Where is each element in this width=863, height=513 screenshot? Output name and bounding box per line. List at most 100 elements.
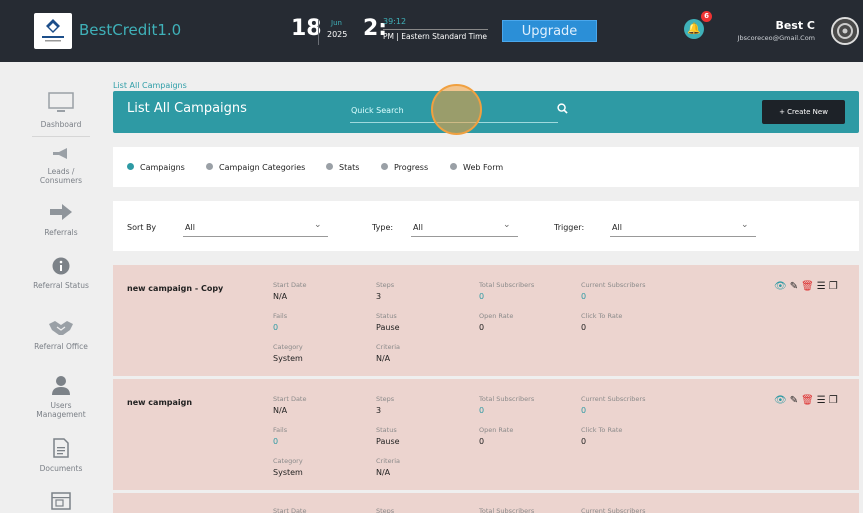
sidebar-item-label: Dashboard xyxy=(40,120,82,129)
upgrade-button[interactable]: Upgrade xyxy=(502,20,597,42)
campaign-name[interactable]: new campaign - Copy xyxy=(127,284,223,293)
start-date-label: Start Date xyxy=(273,507,307,513)
date-divider xyxy=(318,19,319,45)
eye-icon[interactable]: 👁 xyxy=(774,281,790,292)
tab-progress[interactable]: Progress xyxy=(381,163,428,172)
total-subscribers-value[interactable]: 0 xyxy=(479,292,484,301)
fails-label: Fails xyxy=(273,426,288,434)
pencil-icon[interactable]: ✎ xyxy=(790,395,801,406)
open-rate-label: Open Rate xyxy=(479,426,514,434)
tab-label: Progress xyxy=(394,163,429,172)
create-new-button[interactable]: + Create New xyxy=(762,100,845,124)
category-label: Category xyxy=(273,457,303,465)
user-name[interactable]: Best C xyxy=(775,19,815,32)
brand-name[interactable]: BestCredit1.0 xyxy=(79,21,181,39)
total-subscribers-label: Total Subscribers xyxy=(479,281,535,289)
breadcrumb[interactable]: List All Campaigns xyxy=(113,81,187,90)
handshake-icon xyxy=(32,320,90,338)
steps-value: 3 xyxy=(376,292,382,301)
card-actions: 👁✎🗑☰❐ xyxy=(774,281,841,292)
total-subscribers-label: Total Subscribers xyxy=(479,395,535,403)
category-value: System xyxy=(273,354,303,363)
click-to-rate-label: Click To Rate xyxy=(581,312,623,320)
card-actions: 👁✎🗑☰❐ xyxy=(774,395,841,406)
notification-badge: 6 xyxy=(701,11,712,22)
sidebar-item-referral-status[interactable]: Referral Status xyxy=(32,257,90,290)
current-subscribers-label: Current Subscribers xyxy=(581,281,646,289)
date-month: Jun xyxy=(331,19,342,27)
sidebar-item-layout[interactable] xyxy=(32,492,90,513)
criteria-label: Criteria xyxy=(376,343,401,351)
sidebar-item-referral-office[interactable]: Referral Office xyxy=(32,320,90,351)
chevron-down-icon[interactable]: ⌄ xyxy=(314,220,322,230)
category-value: System xyxy=(273,468,303,477)
trigger-underline xyxy=(610,236,756,237)
sidebar-item-label: Referral Status xyxy=(33,281,89,290)
tab-campaign-categories[interactable]: Campaign Categories xyxy=(206,163,305,172)
tab-web-form[interactable]: Web Form xyxy=(450,163,503,172)
steps-label: Steps xyxy=(376,507,395,513)
start-date-label: Start Date xyxy=(273,281,307,289)
type-underline xyxy=(411,236,518,237)
avatar[interactable] xyxy=(831,17,859,45)
copy-icon[interactable]: ❐ xyxy=(829,281,841,292)
sidebar-item-dashboard[interactable]: Dashboard xyxy=(32,92,90,129)
user-email: Jbscoreceo@Gmail.Com xyxy=(737,34,815,42)
time-minutes: 39:12 xyxy=(383,17,407,26)
cursor-highlight xyxy=(431,84,482,135)
type-select[interactable]: All xyxy=(413,223,423,232)
type-label: Type: xyxy=(372,223,394,232)
trigger-label: Trigger: xyxy=(554,223,585,232)
fails-value[interactable]: 0 xyxy=(273,323,278,332)
search-input[interactable]: Quick Search xyxy=(351,106,404,115)
click-to-rate-value: 0 xyxy=(581,437,587,446)
sidebar-item-label: Users Management xyxy=(36,401,86,419)
chevron-down-icon[interactable]: ⌄ xyxy=(503,220,511,230)
steps-label: Steps xyxy=(376,281,395,289)
sidebar-item-documents[interactable]: Documents xyxy=(32,438,90,473)
sort-by-label: Sort By xyxy=(127,223,157,232)
copy-icon[interactable]: ❐ xyxy=(829,395,841,406)
radio-dot-icon xyxy=(127,163,134,170)
current-subscribers-value[interactable]: 0 xyxy=(581,292,586,301)
company-logo[interactable] xyxy=(34,13,72,49)
trash-icon[interactable]: 🗑 xyxy=(801,395,817,406)
pencil-icon[interactable]: ✎ xyxy=(790,281,801,292)
click-to-rate-label: Click To Rate xyxy=(581,426,623,434)
radio-dot-icon xyxy=(326,163,333,170)
category-label: Category xyxy=(273,343,303,351)
current-subscribers-value[interactable]: 0 xyxy=(581,406,586,415)
tab-label: Web Form xyxy=(463,163,504,172)
date-year: 2025 xyxy=(327,30,348,39)
sidebar-item-referrals[interactable]: Referrals xyxy=(32,202,90,237)
info-icon xyxy=(32,257,90,277)
tab-stats[interactable]: Stats xyxy=(326,163,359,172)
steps-value: 3 xyxy=(376,406,382,415)
trigger-select[interactable]: All xyxy=(612,223,622,232)
start-date-value: N/A xyxy=(273,406,288,415)
chevron-down-icon[interactable]: ⌄ xyxy=(741,220,749,230)
sidebar-item-leads[interactable]: Leads / Consumers xyxy=(32,147,90,185)
campaign-name[interactable]: new campaign xyxy=(127,398,192,407)
open-rate-value: 0 xyxy=(479,323,485,332)
search-icon[interactable] xyxy=(557,103,568,117)
total-subscribers-value[interactable]: 0 xyxy=(479,406,484,415)
trash-icon[interactable]: 🗑 xyxy=(801,281,817,292)
fails-value[interactable]: 0 xyxy=(273,437,278,446)
bell-icon[interactable]: 🔔 xyxy=(684,19,704,39)
sidebar-item-label: Leads / Consumers xyxy=(39,167,83,185)
criteria-value: N/A xyxy=(376,354,391,363)
eye-icon[interactable]: 👁 xyxy=(774,395,790,406)
status-value: Pause xyxy=(376,323,400,332)
radio-dot-icon xyxy=(381,163,388,170)
status-label: Status xyxy=(376,312,397,320)
list-icon[interactable]: ☰ xyxy=(817,281,829,292)
sidebar-item-label: Documents xyxy=(39,464,83,473)
list-icon[interactable]: ☰ xyxy=(817,395,829,406)
sort-by-select[interactable]: All xyxy=(185,223,195,232)
fails-label: Fails xyxy=(273,312,288,320)
sidebar-item-users-management[interactable]: Users Management xyxy=(32,375,90,419)
tab-campaigns[interactable]: Campaigns xyxy=(127,163,185,172)
current-subscribers-label: Current Subscribers xyxy=(581,507,646,513)
layout-icon xyxy=(32,492,90,512)
